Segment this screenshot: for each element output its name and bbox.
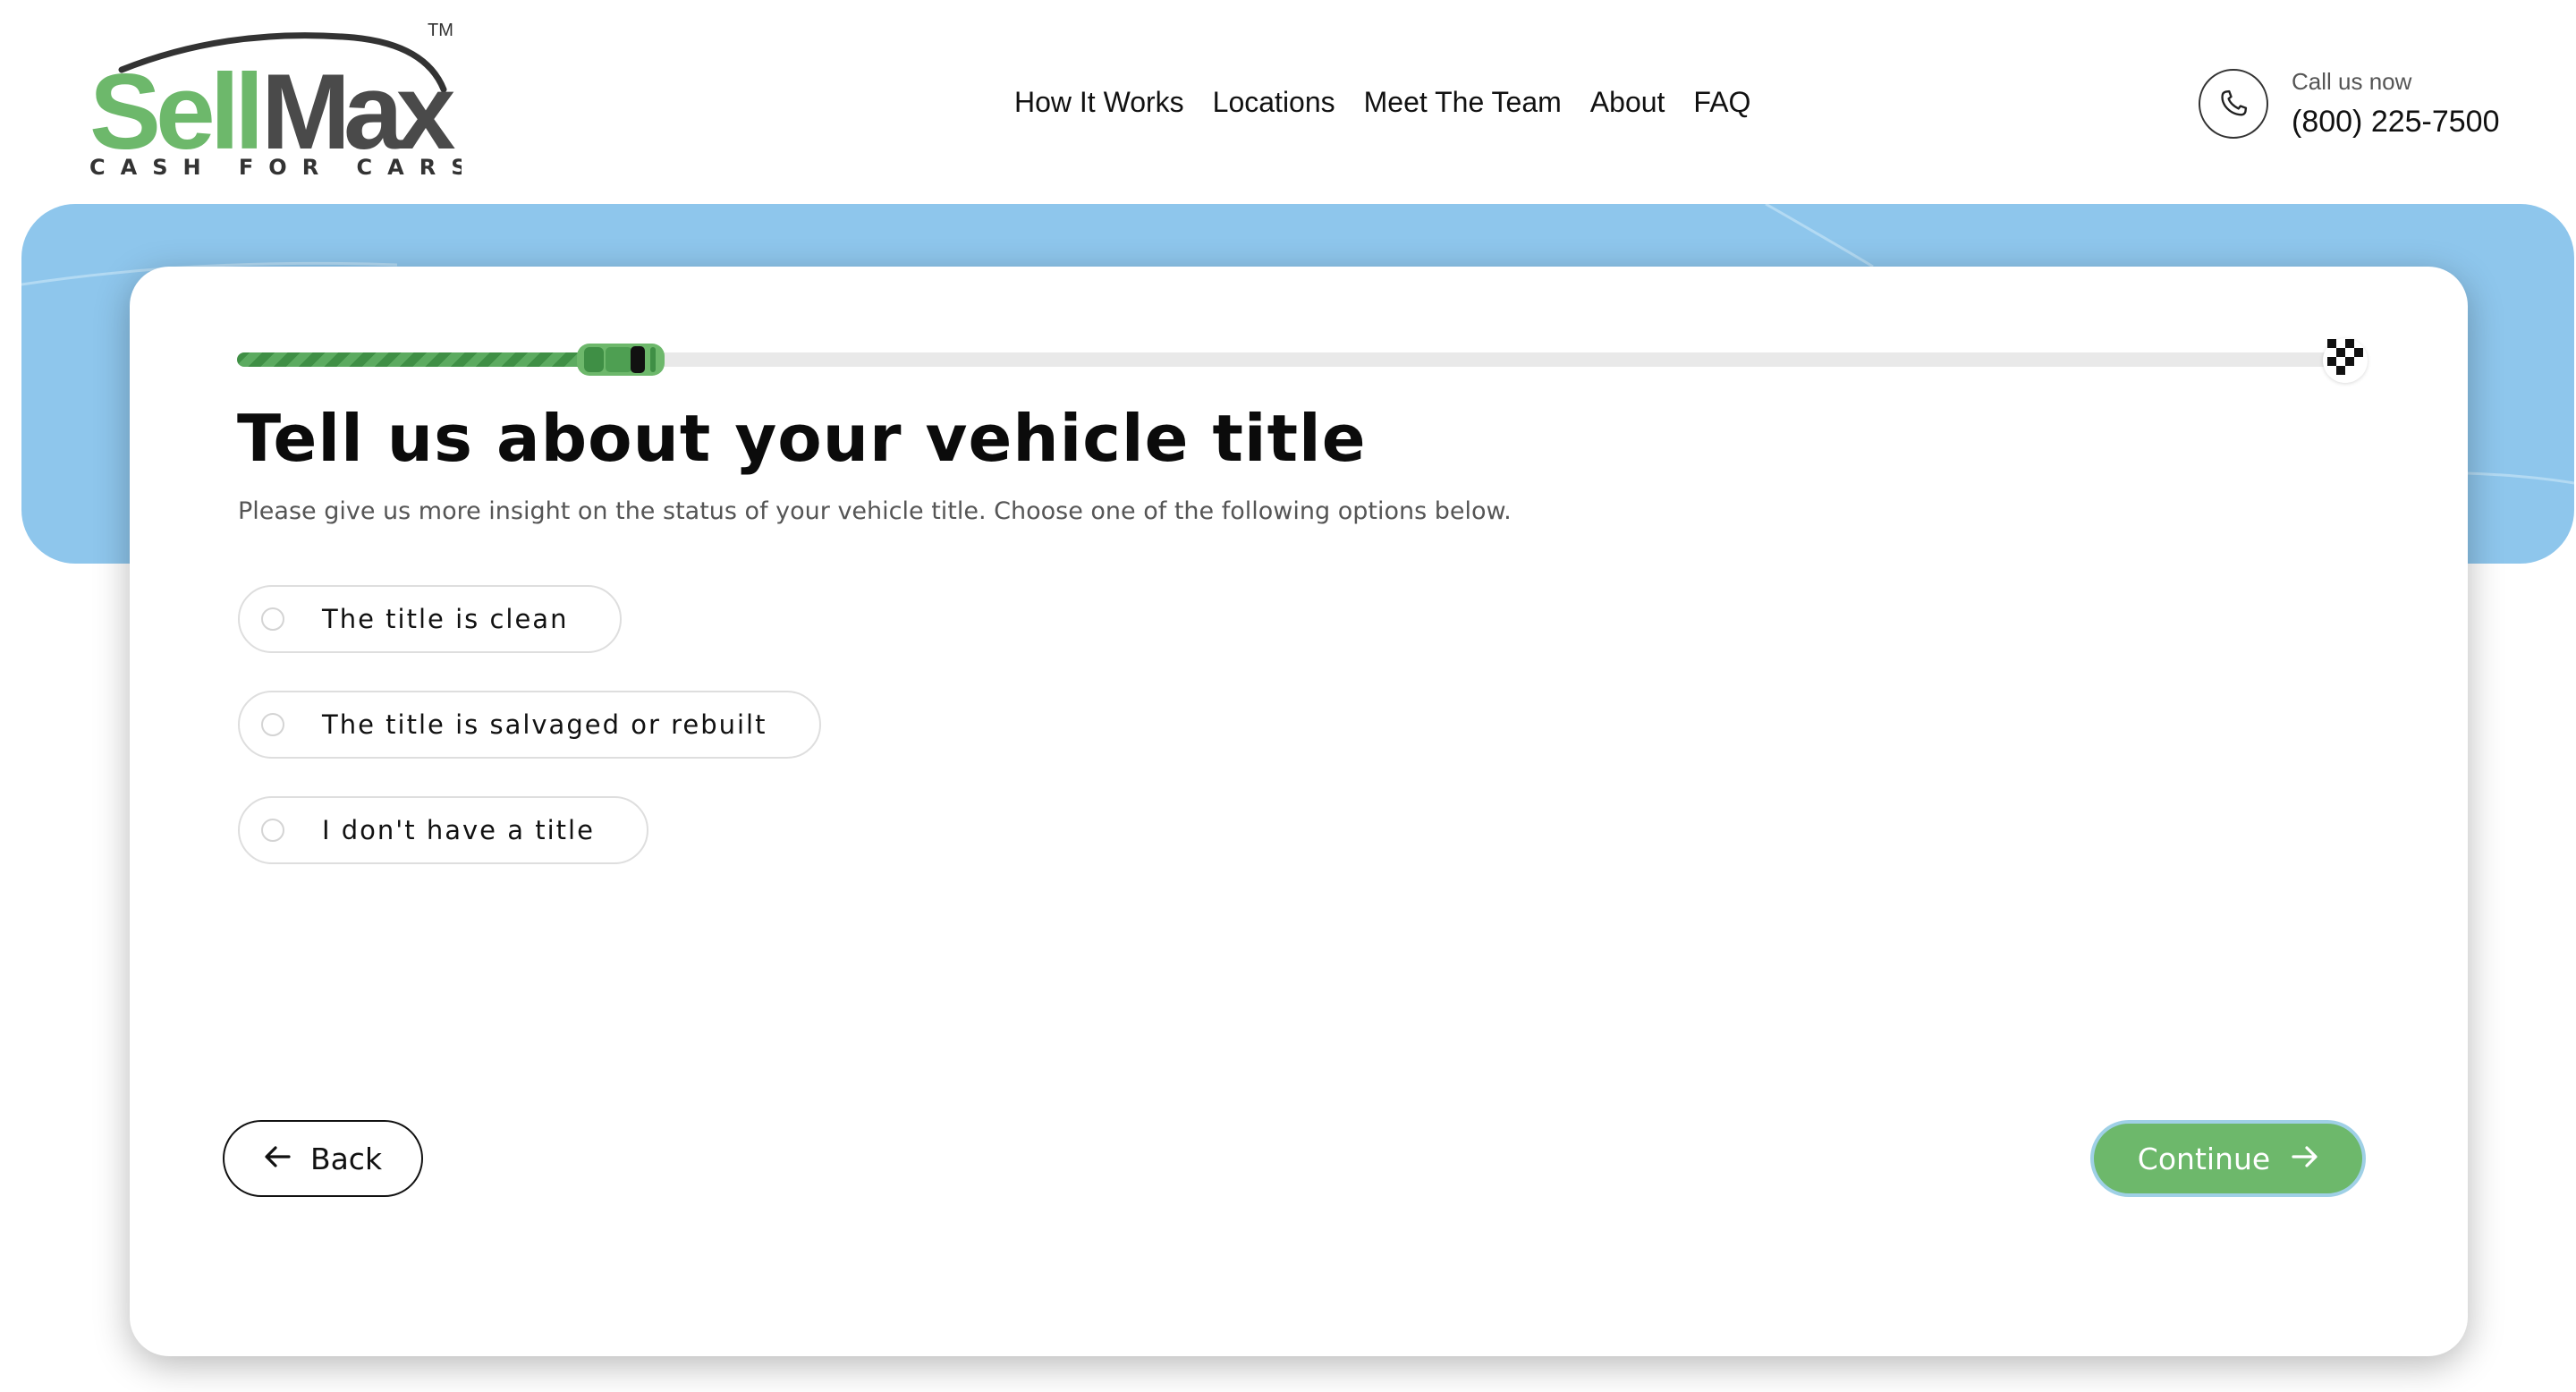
- logo-max-text: Max: [261, 52, 455, 172]
- logo-sell-text: Sell: [89, 52, 258, 172]
- phone-icon[interactable]: [2199, 69, 2268, 139]
- continue-label: Continue: [2137, 1141, 2271, 1176]
- nav-locations[interactable]: Locations: [1213, 86, 1335, 119]
- nav-faq[interactable]: FAQ: [1693, 86, 1750, 119]
- call-text: Call us now (800) 225-7500: [2292, 66, 2500, 141]
- logo-tagline: CASH FOR CARS: [89, 155, 462, 180]
- arrow-left-icon: [264, 1145, 291, 1173]
- call-us-block[interactable]: Call us now (800) 225-7500: [2199, 66, 2500, 141]
- trademark-mark: TM: [428, 21, 453, 40]
- back-label: Back: [309, 1141, 383, 1176]
- question-card: Tell us about your vehicle title Please …: [130, 267, 2468, 1356]
- option-title-salvaged[interactable]: The title is salvaged or rebuilt: [238, 691, 821, 759]
- arrow-right-icon: [2292, 1145, 2318, 1173]
- radio-button[interactable]: [261, 607, 284, 631]
- back-button[interactable]: Back: [223, 1120, 423, 1197]
- option-label: I don't have a title: [322, 815, 595, 845]
- nav-about[interactable]: About: [1590, 86, 1665, 119]
- radio-button[interactable]: [261, 819, 284, 842]
- progress-bar: [237, 329, 2384, 392]
- call-us-label: Call us now: [2292, 68, 2412, 95]
- nav-meet-the-team[interactable]: Meet The Team: [1364, 86, 1562, 119]
- title-status-options: The title is clean The title is salvaged…: [238, 585, 821, 902]
- sellmax-logo[interactable]: Sell Max CASH FOR CARS TM: [86, 18, 467, 188]
- nav-how-it-works[interactable]: How It Works: [1014, 86, 1184, 119]
- page-title: Tell us about your vehicle title: [237, 401, 1367, 476]
- option-title-clean[interactable]: The title is clean: [238, 585, 623, 653]
- continue-button[interactable]: Continue: [2090, 1120, 2366, 1197]
- main-nav: How It Works Locations Meet The Team Abo…: [1014, 79, 1750, 125]
- option-no-title[interactable]: I don't have a title: [238, 796, 648, 864]
- progress-fill: [237, 352, 621, 367]
- option-label: The title is salvaged or rebuilt: [322, 709, 767, 740]
- option-label: The title is clean: [322, 604, 569, 634]
- radio-button[interactable]: [261, 713, 284, 736]
- checkered-flag-icon: [2323, 338, 2368, 383]
- page-subtitle: Please give us more insight on the statu…: [238, 497, 1512, 525]
- phone-number[interactable]: (800) 225-7500: [2292, 102, 2500, 141]
- car-icon: [575, 338, 666, 381]
